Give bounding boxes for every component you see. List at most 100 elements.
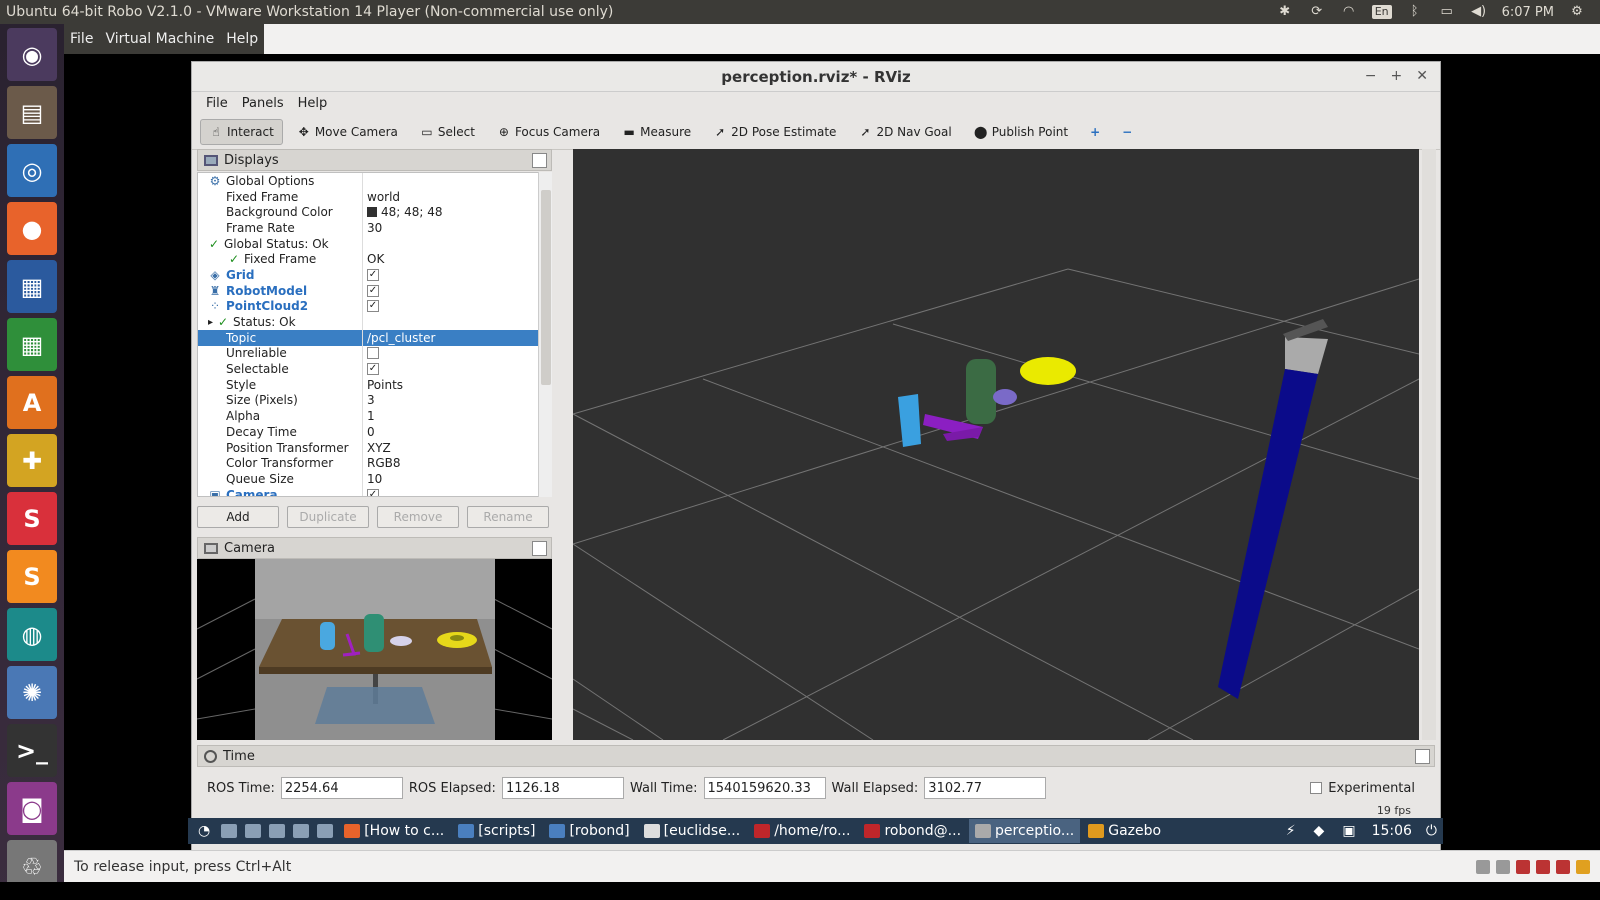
writer-icon[interactable]: ▦ bbox=[7, 260, 57, 313]
taskbar-item[interactable]: [robond] bbox=[543, 819, 635, 843]
tool-2d-nav-goal[interactable]: ➚ 2D Nav Goal bbox=[850, 120, 959, 144]
tree-row[interactable]: Unreliable bbox=[198, 345, 542, 362]
tree-row[interactable]: Decay Time 0 bbox=[198, 424, 542, 440]
tree-row[interactable]: Position Transformer XYZ bbox=[198, 439, 542, 456]
tree-row[interactable]: ⚙ Global Options bbox=[198, 173, 542, 189]
rename-button[interactable]: Rename bbox=[467, 506, 549, 528]
vm-display-icon[interactable] bbox=[1576, 860, 1590, 874]
menu-panels[interactable]: Panels bbox=[242, 96, 284, 111]
close-icon[interactable]: ✕ bbox=[1416, 68, 1428, 84]
tree-row[interactable]: ✓ Global Status: Ok bbox=[198, 235, 542, 252]
right-dock-strip[interactable] bbox=[1422, 149, 1436, 740]
tree-row[interactable]: Selectable ✓ bbox=[198, 361, 542, 377]
tree-row[interactable]: ⁘ PointCloud2 ✓ bbox=[198, 298, 542, 315]
wall-elapsed-field[interactable]: 3102.77 bbox=[924, 777, 1047, 799]
screen-recorder-icon[interactable]: ◙ bbox=[7, 782, 57, 835]
gitkraken-icon[interactable]: ◍ bbox=[7, 608, 57, 661]
battery-icon[interactable]: ▭ bbox=[1438, 5, 1456, 19]
rviz-titlebar[interactable]: perception.rviz* - RViz − + ✕ bbox=[192, 62, 1440, 92]
vm-usb-icon[interactable] bbox=[1536, 860, 1550, 874]
app-swirl-icon[interactable]: ✺ bbox=[7, 666, 57, 719]
clock[interactable]: 6:07 PM bbox=[1502, 5, 1554, 20]
tree-row[interactable]: ▸ ✓ Status: Ok bbox=[198, 314, 542, 330]
tool-select[interactable]: ▭ Select bbox=[412, 120, 483, 144]
ros-elapsed-field[interactable]: 1126.18 bbox=[501, 777, 624, 799]
display-tray-icon[interactable]: ▣ bbox=[1342, 823, 1355, 839]
power-gear-icon[interactable]: ⚙ bbox=[1568, 5, 1586, 19]
vm-sound-icon[interactable] bbox=[1556, 860, 1570, 874]
bluetooth-icon[interactable]: ᛒ bbox=[1406, 5, 1424, 19]
camera-view[interactable] bbox=[197, 559, 552, 740]
menu-help[interactable]: Help bbox=[298, 96, 328, 111]
tree-row[interactable]: Topic/pcl_cluster bbox=[198, 329, 542, 346]
calc-icon[interactable]: ▦ bbox=[7, 318, 57, 371]
wall-time-field[interactable]: 1540159620.33 bbox=[703, 777, 826, 799]
add-button[interactable]: Add bbox=[197, 506, 279, 528]
tree-row[interactable]: ♜ RobotModel ✓ bbox=[198, 282, 542, 299]
vm-menu-help[interactable]: Help bbox=[220, 24, 264, 54]
tree-row[interactable]: Color Transformer RGB8 bbox=[198, 455, 542, 472]
wifi-icon[interactable]: ◠ bbox=[1340, 5, 1358, 19]
firefox-icon[interactable]: ● bbox=[7, 202, 57, 255]
render-view-3d[interactable] bbox=[573, 149, 1419, 740]
property-checkbox[interactable]: ✓ bbox=[367, 300, 379, 313]
tool-interact[interactable]: ☝ Interact bbox=[200, 118, 283, 145]
taskbar-item[interactable]: [euclidse... bbox=[638, 819, 747, 843]
shutdown-icon[interactable]: ⏻ bbox=[1426, 823, 1437, 839]
remove-tool-icon[interactable]: − bbox=[1114, 120, 1140, 144]
tool-focus-camera[interactable]: ⊕ Focus Camera bbox=[489, 120, 608, 144]
tree-row[interactable]: Size (Pixels) 3 bbox=[198, 392, 542, 409]
sync-icon[interactable]: ⟳ bbox=[1308, 5, 1326, 19]
displays-float-checkbox[interactable] bbox=[532, 153, 547, 168]
vm-tools-icon[interactable]: ✚ bbox=[7, 434, 57, 487]
tree-row[interactable]: ◈ Grid ✓ bbox=[198, 267, 542, 283]
maximize-icon[interactable]: + bbox=[1391, 68, 1403, 84]
time-float-checkbox[interactable] bbox=[1415, 749, 1430, 764]
taskbar-item[interactable]: Gazebo bbox=[1082, 819, 1167, 843]
expand-arrow-icon[interactable]: ▸ bbox=[208, 317, 213, 328]
menu-file[interactable]: File bbox=[206, 96, 228, 111]
files-icon[interactable]: ▤ bbox=[7, 86, 57, 139]
slack-icon[interactable]: S bbox=[7, 492, 57, 545]
property-checkbox[interactable]: ✓ bbox=[367, 268, 379, 281]
keyboard-language[interactable]: En bbox=[1371, 5, 1392, 19]
guest-clock[interactable]: 15:06 bbox=[1372, 823, 1412, 839]
power-plug-icon[interactable]: ⚡ bbox=[1286, 823, 1296, 839]
color-swatch[interactable] bbox=[367, 207, 377, 218]
property-checkbox[interactable]: ✓ bbox=[367, 488, 379, 496]
tree-row[interactable]: Queue Size 10 bbox=[198, 471, 542, 487]
vm-disk-icon[interactable] bbox=[1476, 860, 1490, 874]
ros-time-field[interactable]: 2254.64 bbox=[280, 777, 403, 799]
software-center-icon[interactable]: A bbox=[7, 376, 57, 429]
tool-measure[interactable]: ▬ Measure bbox=[614, 120, 699, 144]
volume-icon[interactable]: ◀) bbox=[1470, 5, 1488, 19]
tree-row[interactable]: Alpha 1 bbox=[198, 408, 542, 424]
property-checkbox[interactable]: ✓ bbox=[367, 363, 379, 376]
vm-cd-icon[interactable] bbox=[1496, 860, 1510, 874]
tree-row[interactable]: Frame Rate 30 bbox=[198, 220, 542, 236]
workspace-1-icon[interactable] bbox=[293, 824, 310, 838]
tool-2d-pose-estimate[interactable]: ➚ 2D Pose Estimate bbox=[705, 120, 844, 144]
taskbar-item[interactable]: /home/ro... bbox=[748, 819, 856, 843]
displays-scrollbar[interactable] bbox=[538, 172, 552, 497]
ubuntu-dash-icon[interactable]: ◉ bbox=[7, 28, 57, 81]
taskbar-item[interactable]: [scripts] bbox=[452, 819, 541, 843]
show-desktop-icon[interactable] bbox=[221, 824, 238, 838]
remove-button[interactable]: Remove bbox=[377, 506, 459, 528]
tool-publish-point[interactable]: ⬤ Publish Point bbox=[966, 120, 1076, 144]
taskbar-item[interactable]: [How to c... bbox=[338, 819, 450, 843]
vm-menu-virtual-machine[interactable]: Virtual Machine bbox=[99, 24, 220, 54]
start-menu-icon[interactable]: ◔ bbox=[192, 819, 216, 843]
experimental-checkbox[interactable] bbox=[1310, 782, 1323, 794]
tree-row[interactable]: ▣ Camera ✓ bbox=[198, 486, 542, 496]
taskbar-item[interactable]: perceptio... bbox=[969, 819, 1081, 843]
property-checkbox[interactable] bbox=[367, 347, 379, 360]
vm-network-icon[interactable] bbox=[1516, 860, 1530, 874]
terminal-icon[interactable]: >_ bbox=[7, 724, 57, 777]
add-tool-icon[interactable]: + bbox=[1082, 120, 1108, 144]
network-tray-icon[interactable]: ◆ bbox=[1314, 823, 1325, 839]
browser-launch-icon[interactable] bbox=[269, 824, 286, 838]
minimize-icon[interactable]: − bbox=[1365, 68, 1377, 84]
settings-icon[interactable]: ✱ bbox=[1276, 5, 1294, 19]
tool-move-camera[interactable]: ✥ Move Camera bbox=[289, 120, 406, 144]
